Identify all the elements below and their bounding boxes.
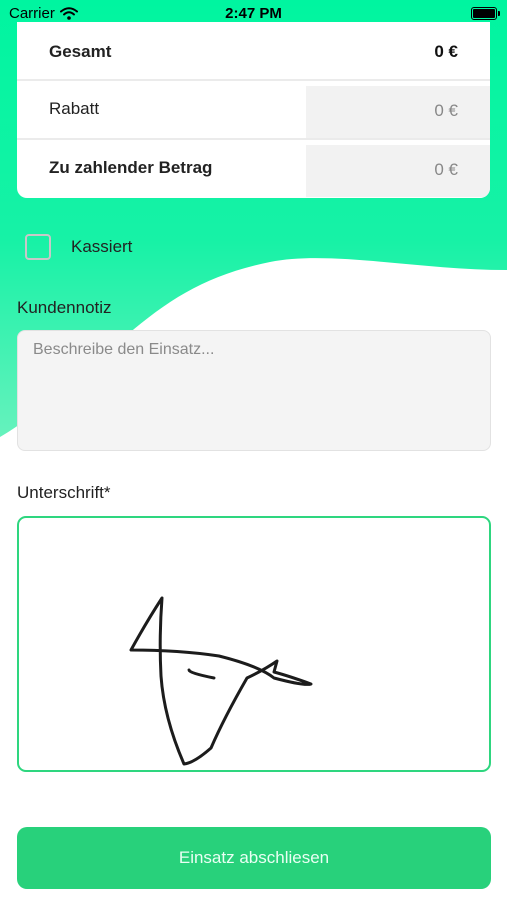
total-row: Gesamt 0 €	[17, 24, 490, 79]
paid-checkbox-row[interactable]: Kassiert	[25, 234, 132, 260]
amount-due-value-field: 0 €	[306, 145, 490, 197]
price-summary-card: Gesamt 0 € Rabatt 0 € Zu zahlender Betra…	[17, 22, 490, 198]
complete-assignment-button[interactable]: Einsatz abschliesen	[17, 827, 491, 889]
discount-value: 0 €	[434, 101, 458, 120]
amount-due-label: Zu zahlender Betrag	[49, 158, 213, 177]
customer-note-input[interactable]	[17, 330, 491, 451]
discount-label: Rabatt	[49, 99, 100, 118]
amount-due-value: 0 €	[434, 160, 458, 179]
battery-icon	[471, 7, 500, 20]
paid-checkbox[interactable]	[25, 234, 51, 260]
status-time: 2:47 PM	[225, 5, 282, 22]
discount-value-field[interactable]: 0 €	[306, 86, 490, 138]
signature-label: Unterschrift*	[17, 483, 111, 502]
signature-pad[interactable]	[17, 516, 491, 772]
total-label: Gesamt	[49, 42, 112, 61]
discount-row: Rabatt 0 €	[17, 81, 490, 138]
total-value: 0 €	[434, 42, 458, 61]
paid-checkbox-label: Kassiert	[71, 237, 133, 256]
status-bar: Carrier 2:47 PM	[0, 0, 507, 28]
customer-note-label: Kundennotiz	[17, 298, 112, 317]
amount-due-row: Zu zahlender Betrag 0 €	[17, 140, 490, 197]
signature-stroke	[129, 596, 313, 766]
